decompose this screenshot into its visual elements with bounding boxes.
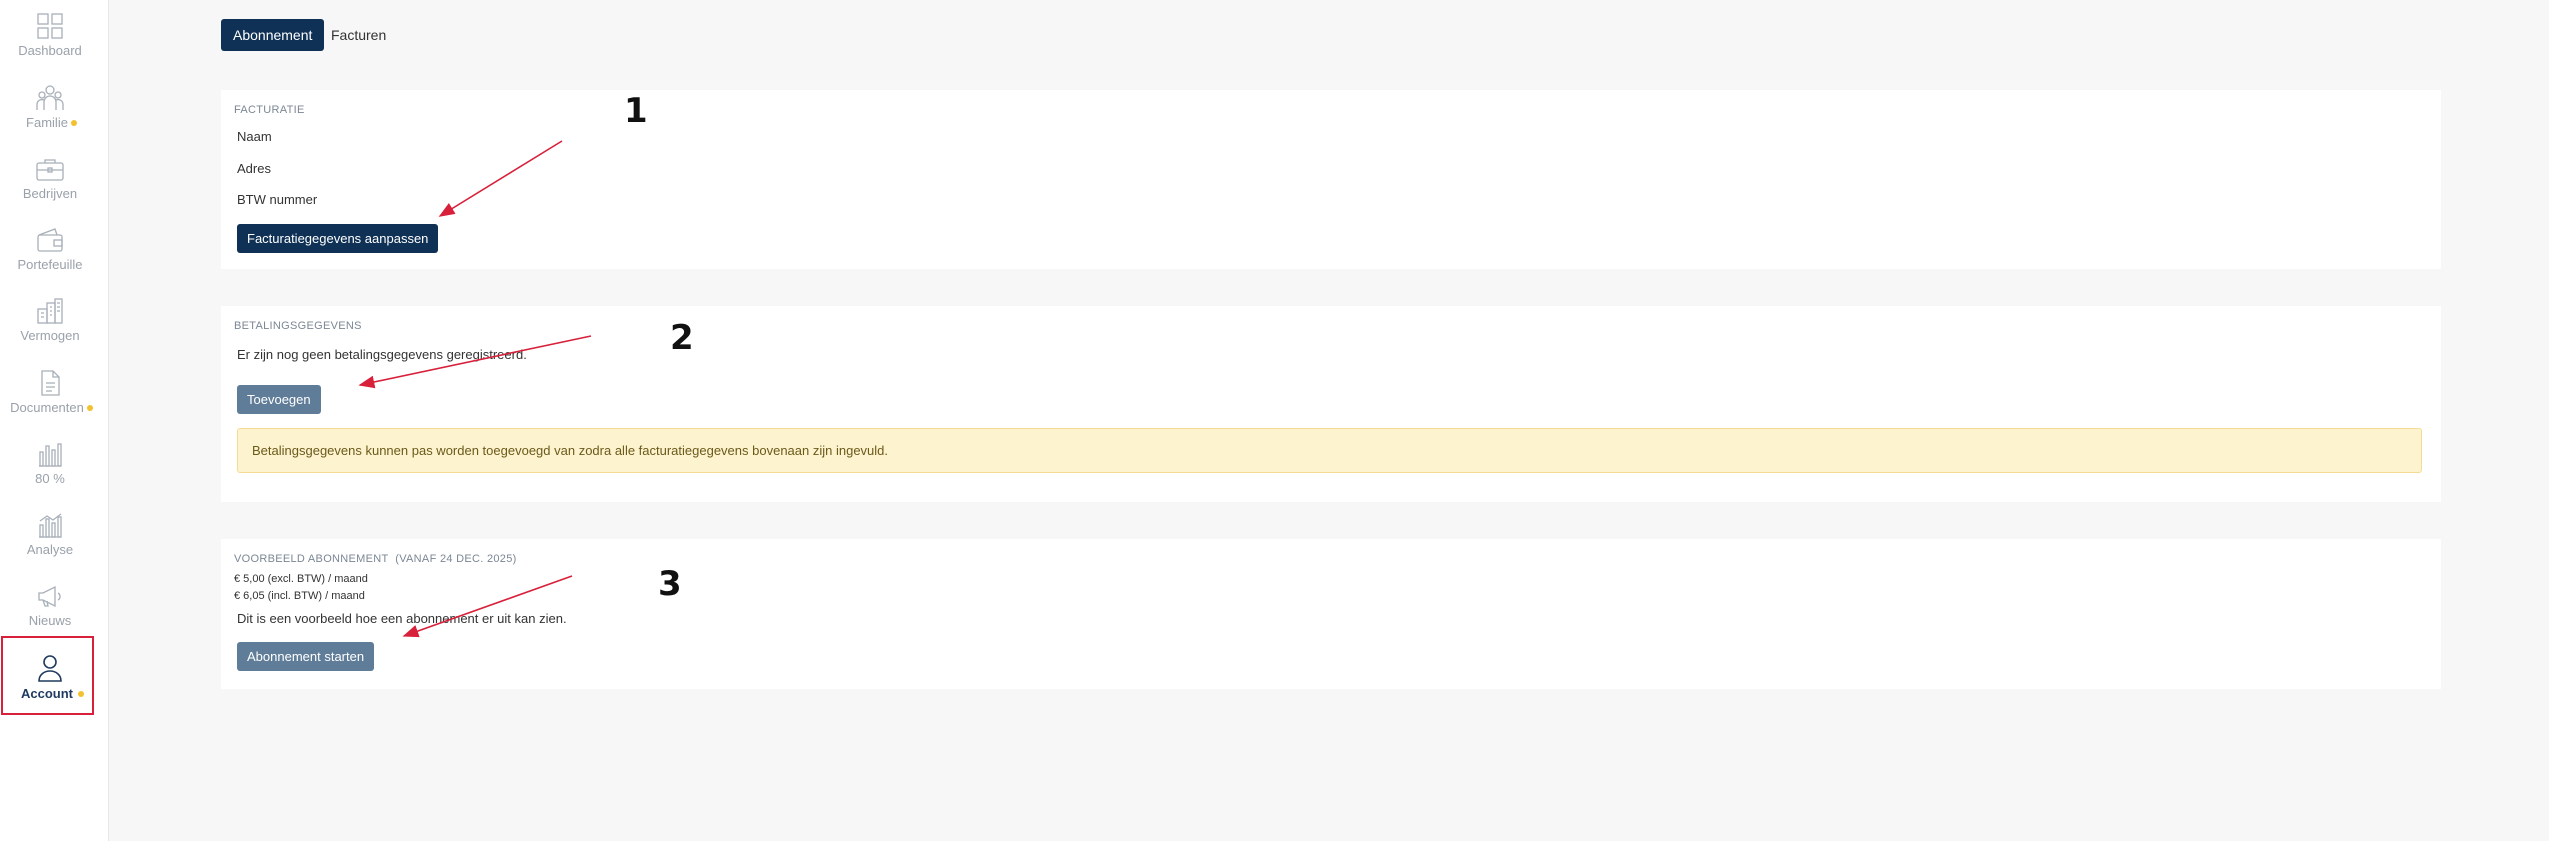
notification-dot	[70, 120, 77, 126]
subscription-card: VOORBEELD ABONNEMENT (VANAF 24 DEC. 2025…	[221, 539, 2441, 689]
wallet-icon	[37, 228, 63, 252]
dashboard-icon	[37, 13, 63, 39]
payment-warning-alert: Betalingsgegevens kunnen pas worden toeg…	[237, 428, 2422, 473]
tab-abonnement[interactable]: Abonnement	[221, 19, 325, 51]
payment-title: BETALINGSGEGEVENS	[234, 320, 362, 332]
payment-warning-text: Betalingsgegevens kunnen pas worden toeg…	[252, 443, 889, 458]
sidebar-item-80-percent[interactable]: 80 %	[0, 428, 100, 498]
notification-dot	[86, 405, 93, 411]
sidebar-item-label: Vermogen	[20, 328, 80, 343]
sidebar-item-portefeuille[interactable]: Portefeuille	[0, 214, 100, 284]
subscription-since: (VANAF 24 DEC. 2025)	[395, 553, 517, 565]
sidebar-item-label: Documenten	[10, 400, 84, 415]
subscription-title-text: VOORBEELD ABONNEMENT	[234, 553, 389, 565]
edit-billing-button[interactable]: Facturatiegegevens aanpassen	[237, 224, 439, 253]
annotation-step-3: 3	[658, 564, 682, 604]
sidebar-item-label: Analyse	[26, 542, 74, 557]
sidebar-item-label: 80 %	[35, 471, 65, 486]
sidebar-item-bedrijven[interactable]: Bedrijven	[0, 143, 100, 213]
price-incl-vat: € 6,05 (incl. BTW) / maand	[234, 590, 365, 602]
briefcase-icon	[36, 159, 64, 181]
sidebar-item-label: Bedrijven	[22, 186, 78, 201]
sidebar-item-nieuws[interactable]: Nieuws	[0, 570, 100, 640]
sidebar-item-analyse[interactable]: Analyse	[0, 499, 100, 569]
analysis-chart-icon	[39, 513, 62, 538]
sidebar-item-vermogen[interactable]: Vermogen	[0, 285, 100, 355]
sidebar-item-familie[interactable]: Familie	[0, 72, 100, 142]
sidebar: Dashboard Familie Bedrijven Portefeuille…	[0, 0, 109, 841]
billing-vat-label: BTW nummer	[237, 192, 318, 207]
subscription-title: VOORBEELD ABONNEMENT (VANAF 24 DEC. 2025…	[234, 553, 517, 565]
add-payment-button[interactable]: Toevoegen	[237, 385, 321, 414]
sidebar-item-documenten[interactable]: Documenten	[0, 357, 100, 427]
megaphone-icon	[38, 585, 61, 608]
annotation-step-2: 2	[670, 318, 694, 358]
bar-chart-icon	[39, 443, 62, 467]
sidebar-item-label: Portefeuille	[17, 257, 83, 272]
family-icon	[36, 85, 64, 110]
account-highlight-frame	[1, 636, 94, 715]
sidebar-item-label: Dashboard	[18, 43, 82, 58]
document-icon	[41, 370, 60, 396]
payment-card: BETALINGSGEGEVENS Er zijn nog geen betal…	[221, 306, 2441, 502]
tab-facturen[interactable]: Facturen	[319, 19, 398, 51]
sidebar-item-label: Nieuws	[28, 613, 72, 628]
subscription-description: Dit is een voorbeeld hoe een abonnement …	[237, 611, 567, 626]
billing-name-label: Naam	[237, 129, 272, 144]
start-subscription-button[interactable]: Abonnement starten	[237, 642, 375, 671]
sidebar-item-dashboard[interactable]: Dashboard	[0, 0, 100, 70]
billing-title: FACTURATIE	[234, 104, 305, 116]
buildings-icon	[37, 298, 63, 324]
price-excl-vat: € 5,00 (excl. BTW) / maand	[234, 573, 368, 585]
billing-card: FACTURATIE Naam Adres BTW nummer Factura…	[221, 90, 2441, 269]
annotation-step-1: 1	[624, 91, 648, 131]
billing-address-label: Adres	[237, 161, 271, 176]
payment-empty-text: Er zijn nog geen betalingsgegevens gereg…	[237, 347, 527, 362]
sidebar-item-label: Familie	[26, 115, 68, 130]
